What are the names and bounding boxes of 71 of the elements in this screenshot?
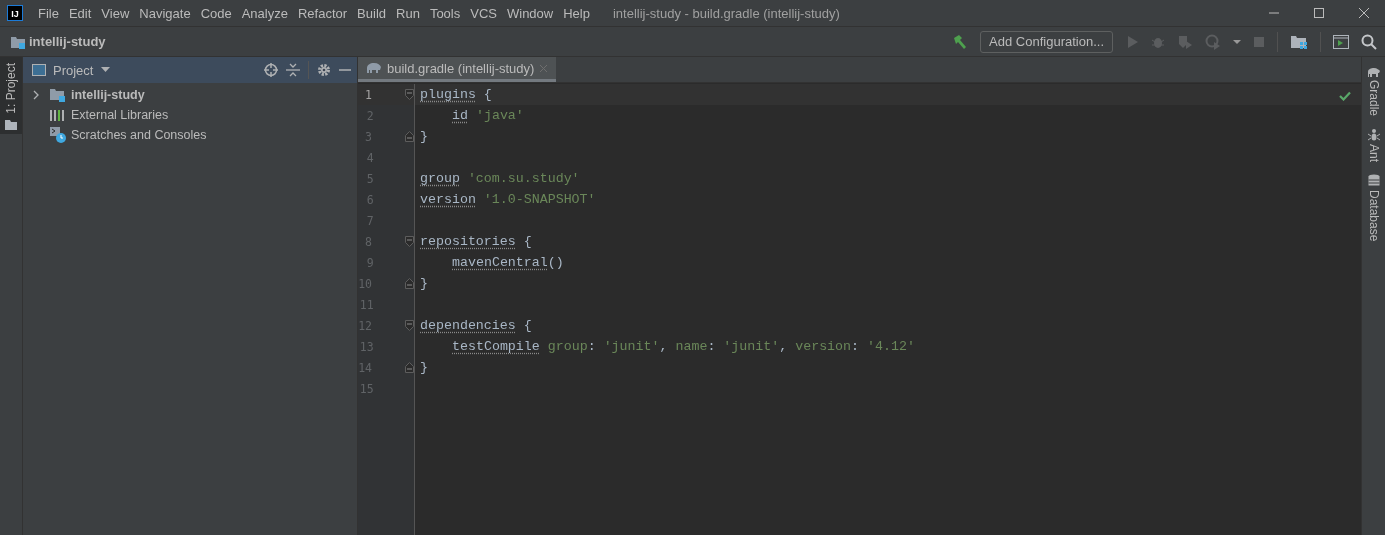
window-title: intellij-study - build.gradle (intellij-study) <box>612 5 840 21</box>
menu-item[interactable]: Help <box>558 5 595 21</box>
shield-play-icon[interactable] <box>1177 33 1193 50</box>
fold-icon[interactable] <box>405 320 414 331</box>
editor-tab[interactable]: build.gradle (intellij-study) <box>358 57 557 82</box>
line-number: 1 <box>364 87 372 102</box>
ant-icon <box>1367 128 1380 142</box>
maximize-icon[interactable] <box>1313 7 1325 19</box>
menu-item[interactable]: File <box>33 5 64 21</box>
code-line: plugins { <box>420 87 492 102</box>
database-icon <box>1367 174 1380 188</box>
breadcrumb-item[interactable]: intellij-study <box>29 34 106 49</box>
code-line: } <box>420 360 428 375</box>
console-clock-icon <box>50 127 66 143</box>
menu-item[interactable]: VCS <box>465 5 502 21</box>
settings-icon[interactable] <box>317 63 331 77</box>
crosshair-icon[interactable] <box>264 63 278 77</box>
code-line: id 'java' <box>452 108 524 123</box>
menu-item[interactable]: Navigate <box>134 5 196 21</box>
chevron-right-icon[interactable] <box>32 90 40 100</box>
terminal-icon[interactable] <box>1333 34 1349 49</box>
check-icon <box>1339 91 1351 101</box>
code-line: mavenCentral() <box>452 255 564 270</box>
code-line: } <box>420 276 428 291</box>
fold-icon[interactable] <box>405 236 414 247</box>
configuration-button[interactable]: Add Configuration... <box>980 30 1113 53</box>
menu-item[interactable]: Refactor <box>292 5 353 21</box>
panel-title[interactable]: Project <box>53 62 94 78</box>
menu-item[interactable]: Tools <box>424 5 466 21</box>
elephant-icon <box>366 62 382 74</box>
fold-icon[interactable] <box>405 278 414 289</box>
code-line: } <box>420 129 428 144</box>
folder-icon <box>5 119 17 130</box>
hammer-icon[interactable] <box>952 33 969 50</box>
menu-item[interactable]: Code <box>195 5 237 21</box>
code-line: testCompile group: 'junit', name: 'junit', version: '4.12' <box>452 339 915 354</box>
panel-icon <box>32 64 46 76</box>
tool-window-tab[interactable]: Gradle <box>1366 67 1381 117</box>
menu-item[interactable]: Window <box>501 5 559 21</box>
tree-item[interactable]: Scratches and Consoles <box>71 128 207 142</box>
menu-item[interactable]: Analyze <box>236 5 293 21</box>
fold-icon[interactable] <box>405 89 414 100</box>
code-line: dependencies { <box>420 318 532 333</box>
stop-icon[interactable] <box>1253 35 1265 48</box>
folder-grid-icon[interactable] <box>1290 33 1308 50</box>
tree-item[interactable]: External Libraries <box>71 108 169 122</box>
run-icon[interactable] <box>1125 34 1139 49</box>
caret-icon[interactable] <box>101 67 111 73</box>
code-line: group 'com.su.study' <box>420 171 580 186</box>
tool-window-tab[interactable]: Ant <box>1366 128 1381 163</box>
elephant-icon <box>1366 67 1381 77</box>
code-line: version '1.0-SNAPSHOT' <box>420 192 596 207</box>
menu-item[interactable]: Edit <box>63 5 97 21</box>
folder-icon <box>50 88 66 102</box>
menu-item[interactable]: View <box>96 5 135 21</box>
folder-icon <box>10 34 26 49</box>
close-icon[interactable] <box>1358 7 1370 19</box>
tool-window-tab[interactable]: Database <box>1366 174 1381 242</box>
library-icon <box>50 108 66 122</box>
fold-icon[interactable] <box>405 131 414 142</box>
search-icon[interactable] <box>1361 33 1377 50</box>
clock-play-icon[interactable] <box>1205 33 1221 50</box>
fold-icon[interactable] <box>405 362 414 373</box>
menu-item[interactable]: Run <box>391 5 425 21</box>
collapse-icon[interactable] <box>286 63 300 77</box>
caret-icon[interactable] <box>1233 38 1241 45</box>
code-line: repositories { <box>420 234 532 249</box>
app-logo: IJ <box>7 5 23 21</box>
tool-window-tab[interactable]: 1: Project <box>0 57 22 134</box>
tree-item[interactable]: intellij-study <box>71 88 145 102</box>
menu-item[interactable]: Build <box>352 5 391 21</box>
